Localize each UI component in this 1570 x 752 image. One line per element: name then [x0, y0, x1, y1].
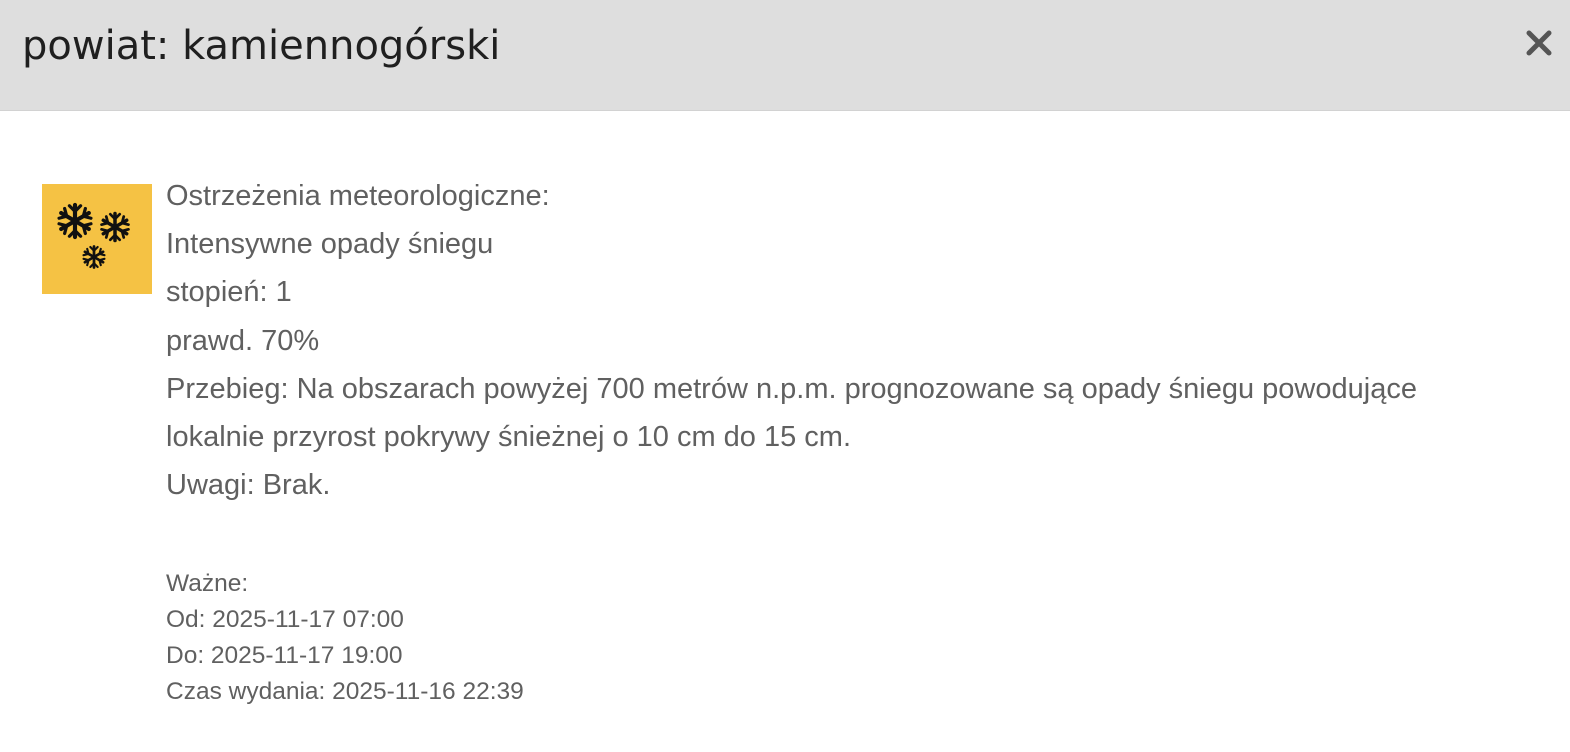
validity-block: Ważne: Od: 2025-11-17 07:00 Do: 2025-11-… [166, 566, 524, 710]
warning-level: stopień: 1 [166, 276, 292, 309]
warning-course-line-2: lokalnie przyrost pokrywy śnieżnej o 10 … [166, 421, 852, 454]
dialog-title: powiat: kamiennogórski [22, 23, 501, 69]
warning-course-line-1: Przebieg: Na obszarach powyżej 700 metró… [166, 372, 1417, 405]
validity-to: Do: 2025-11-17 19:00 [166, 642, 403, 669]
snowflakes-icon [42, 184, 152, 294]
warning-dialog: powiat: kamiennogórski Ostrzeżenia meteo… [0, 0, 1570, 752]
dialog-header: powiat: kamiennogórski [0, 0, 1570, 111]
issue-time: Czas wydania: 2025-11-16 22:39 [166, 678, 524, 705]
warning-details: Ostrzeżenia meteorologiczne: Intensywne … [166, 172, 1561, 509]
validity-label: Ważne: [166, 570, 249, 597]
close-button[interactable] [1522, 26, 1556, 60]
warning-remarks: Uwagi: Brak. [166, 469, 331, 502]
warning-probability: prawd. 70% [166, 324, 320, 357]
validity-from: Od: 2025-11-17 07:00 [166, 606, 404, 633]
warning-heading: Ostrzeżenia meteorologiczne: [166, 180, 550, 212]
warning-phenomenon: Intensywne opady śniegu [166, 228, 494, 261]
close-icon [1526, 30, 1552, 56]
